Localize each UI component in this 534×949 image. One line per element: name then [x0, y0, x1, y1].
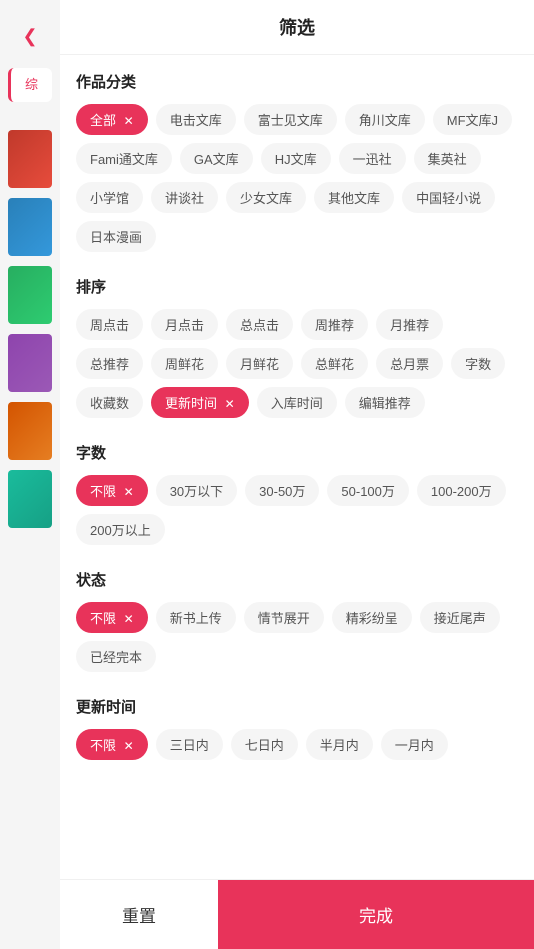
- tag-category-qita[interactable]: 其他文库: [314, 182, 394, 213]
- tag-sort-week-click[interactable]: 周点击: [76, 309, 143, 340]
- tag-sort-month-click[interactable]: 月点击: [151, 309, 218, 340]
- tag-sort-total-ticket[interactable]: 总月票: [376, 348, 443, 379]
- reset-button[interactable]: 重置: [60, 880, 218, 949]
- category-tags: 全部 ✕ 电击文库 富士见文库 角川文库 MF文库J Fami通文库 GA文库 …: [76, 104, 518, 252]
- tag-sort-week-flower[interactable]: 周鲜花: [151, 348, 218, 379]
- section-sort: 排序 周点击 月点击 总点击 周推荐 月推荐 总推荐 周鲜花 月鲜花 总鲜花 总…: [76, 276, 518, 418]
- tag-category-yixun[interactable]: 一迅社: [339, 143, 406, 174]
- section-category: 作品分类 全部 ✕ 电击文库 富士见文库 角川文库 MF文库J Fami通文库 …: [76, 71, 518, 252]
- tag-category-china[interactable]: 中国轻小说: [402, 182, 495, 213]
- filter-header: 筛选: [60, 0, 534, 55]
- close-icon: ✕: [124, 485, 134, 499]
- reset-label: 重置: [122, 902, 156, 927]
- section-status: 状态 不限 ✕ 新书上传 情节展开 精彩纷呈 接近尾声 已经完本: [76, 569, 518, 672]
- tag-sort-month-rec[interactable]: 月推荐: [376, 309, 443, 340]
- sort-title: 排序: [76, 276, 518, 297]
- sort-tags: 周点击 月点击 总点击 周推荐 月推荐 总推荐 周鲜花 月鲜花 总鲜花 总月票 …: [76, 309, 518, 418]
- book-cover-5: [8, 402, 52, 460]
- close-icon: ✕: [225, 397, 235, 411]
- tag-sort-week-rec[interactable]: 周推荐: [301, 309, 368, 340]
- tag-wc-over200[interactable]: 200万以上: [76, 514, 165, 545]
- wordcount-tags: 不限 ✕ 30万以下 30-50万 50-100万 100-200万 200万以…: [76, 475, 518, 545]
- close-icon: ✕: [124, 114, 134, 128]
- tag-status-complete[interactable]: 已经完本: [76, 641, 156, 672]
- tag-category-jiangtangshe[interactable]: 讲谈社: [151, 182, 218, 213]
- tag-ut-halfmonth[interactable]: 半月内: [306, 729, 373, 760]
- tag-category-xiaoxueguan[interactable]: 小学馆: [76, 182, 143, 213]
- category-title: 作品分类: [76, 71, 518, 92]
- tag-wc-100-200[interactable]: 100-200万: [417, 475, 506, 506]
- section-wordcount: 字数 不限 ✕ 30万以下 30-50万 50-100万 100-200万 20…: [76, 442, 518, 545]
- tag-category-dianji[interactable]: 电击文库: [156, 104, 236, 135]
- status-title: 状态: [76, 569, 518, 590]
- tag-category-jiaohe[interactable]: 角川文库: [345, 104, 425, 135]
- filter-title: 筛选: [279, 14, 315, 40]
- tag-sort-update-time[interactable]: 更新时间 ✕: [151, 387, 249, 418]
- tag-wc-under30[interactable]: 30万以下: [156, 475, 237, 506]
- tag-category-fami[interactable]: Fami通文库: [76, 143, 172, 174]
- tag-category-all[interactable]: 全部 ✕: [76, 104, 148, 135]
- close-icon: ✕: [124, 739, 134, 753]
- tag-sort-total-click[interactable]: 总点击: [226, 309, 293, 340]
- filter-content: 作品分类 全部 ✕ 电击文库 富士见文库 角川文库 MF文库J Fami通文库 …: [60, 55, 534, 879]
- tag-status-unlimited[interactable]: 不限 ✕: [76, 602, 148, 633]
- back-button[interactable]: ❮: [14, 20, 46, 52]
- tag-sort-month-flower[interactable]: 月鲜花: [226, 348, 293, 379]
- book-cover-3: [8, 266, 52, 324]
- book-cover-6: [8, 470, 52, 528]
- close-icon: ✕: [124, 612, 134, 626]
- confirm-label: 完成: [359, 902, 393, 927]
- confirm-button[interactable]: 完成: [218, 880, 534, 949]
- tag-status-exciting[interactable]: 精彩纷呈: [332, 602, 412, 633]
- tag-ut-7days[interactable]: 七日内: [231, 729, 298, 760]
- sidebar-item-comprehensive[interactable]: 综: [8, 68, 52, 102]
- tag-category-jiying[interactable]: 集英社: [414, 143, 481, 174]
- update-time-tags: 不限 ✕ 三日内 七日内 半月内 一月内: [76, 729, 518, 760]
- tag-sort-total-rec[interactable]: 总推荐: [76, 348, 143, 379]
- tag-category-hj[interactable]: HJ文库: [261, 143, 331, 174]
- tag-ut-3days[interactable]: 三日内: [156, 729, 223, 760]
- tag-category-mf[interactable]: MF文库J: [433, 104, 512, 135]
- tag-status-plot[interactable]: 情节展开: [244, 602, 324, 633]
- left-panel: ❮ 综: [0, 0, 60, 949]
- tag-sort-wordcount[interactable]: 字数: [451, 348, 505, 379]
- tag-category-shaonv[interactable]: 少女文库: [226, 182, 306, 213]
- back-icon: ❮: [22, 26, 37, 47]
- tag-category-manga[interactable]: 日本漫画: [76, 221, 156, 252]
- book-cover-4: [8, 334, 52, 392]
- book-cover-1: [8, 130, 52, 188]
- tag-sort-editor-rec[interactable]: 编辑推荐: [345, 387, 425, 418]
- tag-category-ga[interactable]: GA文库: [180, 143, 253, 174]
- tag-wc-unlimited[interactable]: 不限 ✕: [76, 475, 148, 506]
- tag-wc-50-100[interactable]: 50-100万: [327, 475, 408, 506]
- update-time-title: 更新时间: [76, 696, 518, 717]
- tag-sort-total-flower[interactable]: 总鲜花: [301, 348, 368, 379]
- status-tags: 不限 ✕ 新书上传 情节展开 精彩纷呈 接近尾声 已经完本: [76, 602, 518, 672]
- tag-status-ending[interactable]: 接近尾声: [420, 602, 500, 633]
- tag-status-new[interactable]: 新书上传: [156, 602, 236, 633]
- book-cover-2: [8, 198, 52, 256]
- tag-category-fujimi[interactable]: 富士见文库: [244, 104, 337, 135]
- tag-wc-30-50[interactable]: 30-50万: [245, 475, 319, 506]
- tag-ut-unlimited[interactable]: 不限 ✕: [76, 729, 148, 760]
- tag-ut-1month[interactable]: 一月内: [381, 729, 448, 760]
- tag-sort-enter-time[interactable]: 入库时间: [257, 387, 337, 418]
- wordcount-title: 字数: [76, 442, 518, 463]
- filter-panel: 筛选 作品分类 全部 ✕ 电击文库 富士见文库 角川文库 MF文库J Fami通…: [60, 0, 534, 949]
- tag-sort-collect[interactable]: 收藏数: [76, 387, 143, 418]
- section-update-time: 更新时间 不限 ✕ 三日内 七日内 半月内 一月内: [76, 696, 518, 760]
- footer: 重置 完成: [60, 879, 534, 949]
